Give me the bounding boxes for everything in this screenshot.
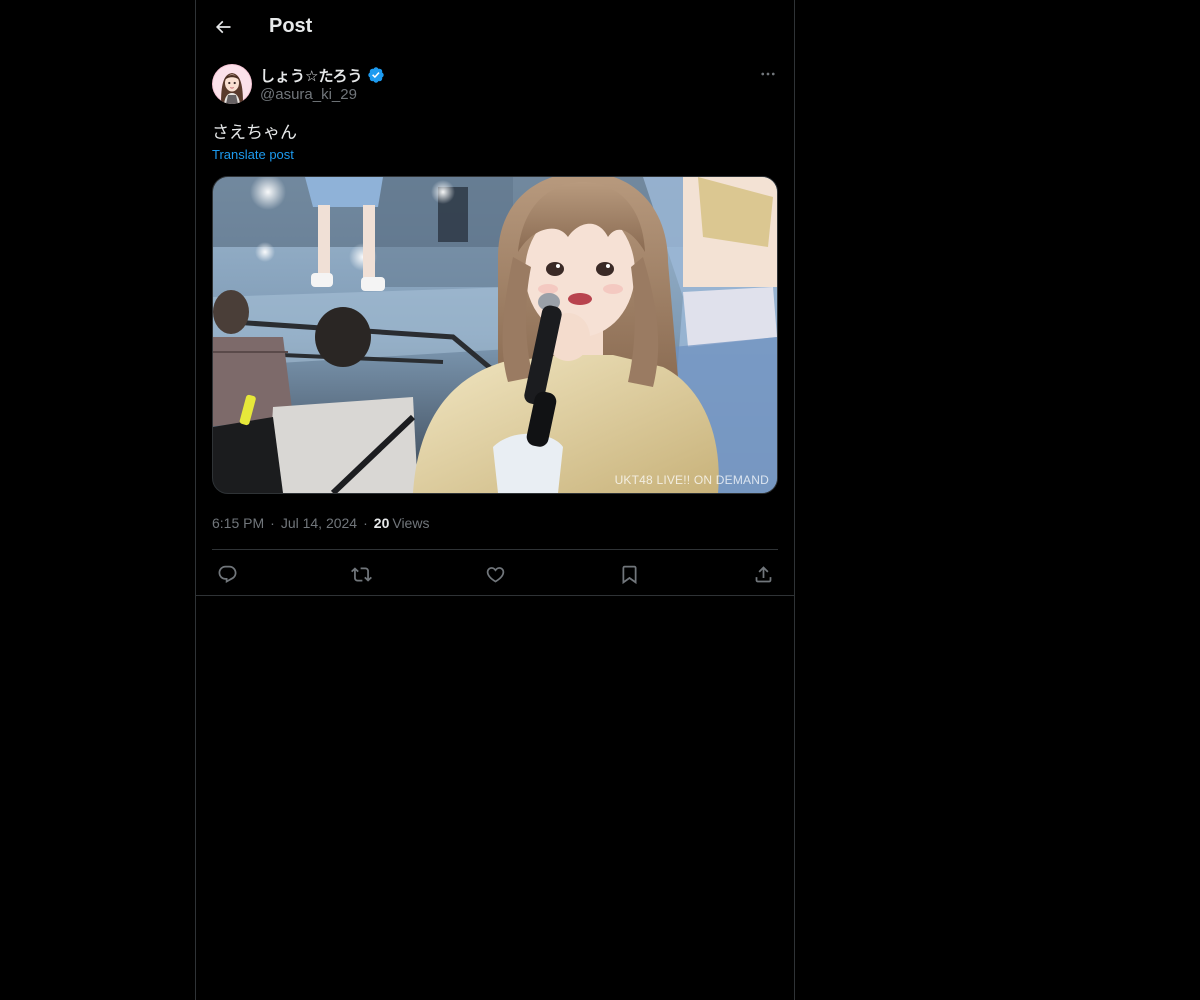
action-bar bbox=[212, 550, 778, 598]
reply-icon bbox=[218, 565, 236, 583]
post: しょう☆たろう @asura_ki_29 さえちゃん Translate pos… bbox=[196, 64, 794, 598]
share-icon bbox=[755, 565, 771, 582]
author-row: しょう☆たろう @asura_ki_29 bbox=[212, 64, 778, 106]
verified-badge-icon bbox=[367, 66, 385, 84]
main-column: Post しょう☆たろう @asura_ki_29 さえちゃん Translat… bbox=[195, 0, 795, 1000]
more-options-button[interactable] bbox=[758, 64, 778, 84]
media-watermark: UKT48 LIVE!! ON DEMAND bbox=[614, 473, 769, 487]
heart-icon bbox=[486, 566, 504, 583]
display-name[interactable]: しょう☆たろう bbox=[260, 65, 363, 86]
meta-separator: · bbox=[270, 515, 275, 531]
repost-icon bbox=[350, 566, 372, 582]
author-handle[interactable]: @asura_ki_29 bbox=[260, 86, 385, 103]
post-media[interactable]: UKT48 LIVE!! ON DEMAND bbox=[212, 176, 778, 494]
like-button[interactable] bbox=[484, 563, 506, 585]
back-button[interactable] bbox=[212, 16, 234, 38]
media-image bbox=[213, 177, 777, 493]
meta-separator: · bbox=[363, 515, 368, 531]
post-meta: 6:15 PM · Jul 14, 2024 · 20 Views bbox=[212, 513, 778, 533]
repost-button[interactable] bbox=[350, 563, 372, 585]
bookmark-icon bbox=[622, 565, 636, 584]
more-dots-icon bbox=[761, 72, 775, 76]
top-bar: Post bbox=[196, 0, 794, 53]
display-line: しょう☆たろう bbox=[260, 64, 385, 86]
author-names: しょう☆たろう @asura_ki_29 bbox=[260, 64, 385, 103]
avatar-image bbox=[212, 64, 252, 104]
post-bottom-divider bbox=[196, 595, 794, 596]
reply-button[interactable] bbox=[216, 563, 238, 585]
post-date[interactable]: Jul 14, 2024 bbox=[281, 515, 357, 531]
page-title: Post bbox=[269, 15, 313, 37]
arrow-left-icon bbox=[215, 20, 231, 33]
share-button[interactable] bbox=[752, 563, 774, 585]
views-count: 20 bbox=[373, 515, 390, 531]
bookmark-button[interactable] bbox=[618, 563, 640, 585]
post-text: さえちゃん bbox=[212, 123, 297, 142]
post-time[interactable]: 6:15 PM bbox=[212, 515, 264, 531]
avatar[interactable] bbox=[212, 64, 252, 104]
views-label: Views bbox=[392, 515, 430, 531]
translate-post-link[interactable]: Translate post bbox=[212, 146, 778, 164]
